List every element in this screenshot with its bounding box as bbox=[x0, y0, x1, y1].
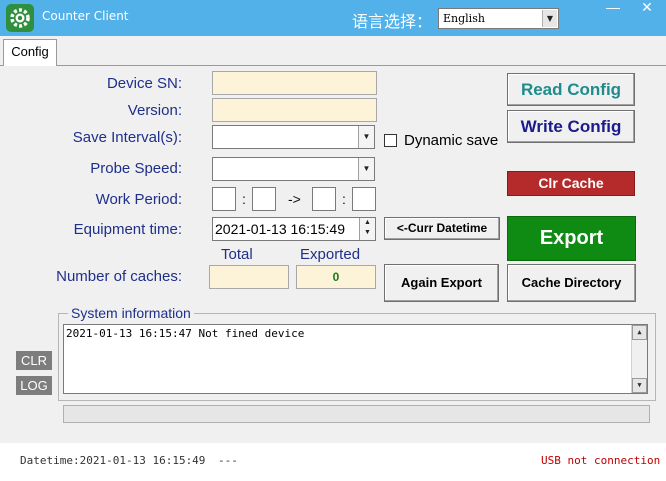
language-selected-value: English bbox=[443, 12, 485, 25]
curr-datetime-button[interactable]: <-Curr Datetime bbox=[384, 217, 500, 240]
total-cache-field bbox=[209, 265, 289, 289]
status-separator: --- bbox=[218, 454, 238, 467]
language-label: 语言选择： bbox=[352, 12, 433, 31]
clr-log-button[interactable]: CLR bbox=[16, 351, 52, 370]
window-title: Counter Client bbox=[42, 9, 129, 23]
work-period-colon: : bbox=[242, 191, 246, 207]
gear-icon bbox=[6, 4, 34, 32]
total-header: Total bbox=[221, 246, 253, 263]
scroll-up-icon[interactable]: ▲ bbox=[632, 325, 647, 340]
system-log-text: 2021-01-13 16:15:47 Not fined device bbox=[66, 327, 305, 340]
status-datetime: Datetime:2021-01-13 16:15:49 bbox=[20, 454, 206, 467]
exported-cache-field: 0 bbox=[296, 265, 376, 289]
equipment-time-label: Equipment time: bbox=[73, 221, 182, 238]
scroll-down-icon[interactable]: ▼ bbox=[632, 378, 647, 393]
up-down-arrows-icon[interactable]: ▲ ▼ bbox=[359, 218, 375, 240]
dynamic-save-checkbox[interactable] bbox=[384, 134, 397, 147]
read-config-button[interactable]: Read Config bbox=[507, 73, 635, 106]
system-log-textarea[interactable]: 2021-01-13 16:15:47 Not fined device ▲ ▼ bbox=[63, 324, 648, 394]
again-export-button[interactable]: Again Export bbox=[384, 264, 499, 302]
system-information-title: System information bbox=[68, 305, 194, 321]
chevron-down-icon[interactable]: ▼ bbox=[358, 158, 374, 180]
write-config-button[interactable]: Write Config bbox=[507, 110, 635, 143]
work-period-colon: : bbox=[342, 191, 346, 207]
save-interval-select[interactable]: ▼ bbox=[212, 125, 375, 149]
exported-header: Exported bbox=[300, 246, 361, 263]
equipment-time-field[interactable]: 2021-01-13 16:15:49 ▲ ▼ bbox=[212, 217, 376, 241]
work-period-label: Work Period: bbox=[95, 191, 182, 208]
dynamic-save-label: Dynamic save bbox=[404, 132, 499, 149]
work-period-start-minute[interactable] bbox=[252, 187, 276, 211]
log-scrollbar[interactable]: ▲ ▼ bbox=[631, 325, 647, 393]
log-button[interactable]: LOG bbox=[16, 376, 52, 395]
chevron-down-icon[interactable]: ▼ bbox=[542, 10, 557, 27]
save-interval-label: Save Interval(s): bbox=[72, 129, 182, 146]
close-button[interactable]: ✕ bbox=[632, 0, 662, 16]
progress-bar bbox=[63, 405, 650, 423]
tab-config[interactable]: Config bbox=[3, 39, 57, 66]
cache-directory-button[interactable]: Cache Directory bbox=[507, 264, 636, 302]
probe-speed-label: Probe Speed: bbox=[90, 160, 182, 177]
work-period-end-minute[interactable] bbox=[352, 187, 376, 211]
minimize-button[interactable]: — bbox=[598, 0, 628, 16]
version-field[interactable] bbox=[212, 98, 377, 122]
version-label: Version: bbox=[127, 102, 182, 119]
clr-cache-button[interactable]: Clr Cache bbox=[507, 171, 635, 196]
device-sn-label: Device SN: bbox=[106, 75, 182, 92]
usb-status: USB not connection bbox=[541, 454, 661, 467]
work-period-start-hour[interactable] bbox=[212, 187, 236, 211]
number-of-caches-label: Number of caches: bbox=[56, 268, 182, 285]
tab-strip bbox=[0, 36, 666, 66]
chevron-down-icon[interactable]: ▼ bbox=[358, 126, 374, 148]
device-sn-field[interactable] bbox=[212, 71, 377, 95]
work-period-end-hour[interactable] bbox=[312, 187, 336, 211]
export-button[interactable]: Export bbox=[507, 216, 636, 261]
work-period-arrow: -> bbox=[288, 191, 301, 207]
language-select[interactable]: English ▼ bbox=[438, 8, 559, 29]
equipment-time-value: 2021-01-13 16:15:49 bbox=[215, 221, 345, 237]
probe-speed-select[interactable]: ▼ bbox=[212, 157, 375, 181]
